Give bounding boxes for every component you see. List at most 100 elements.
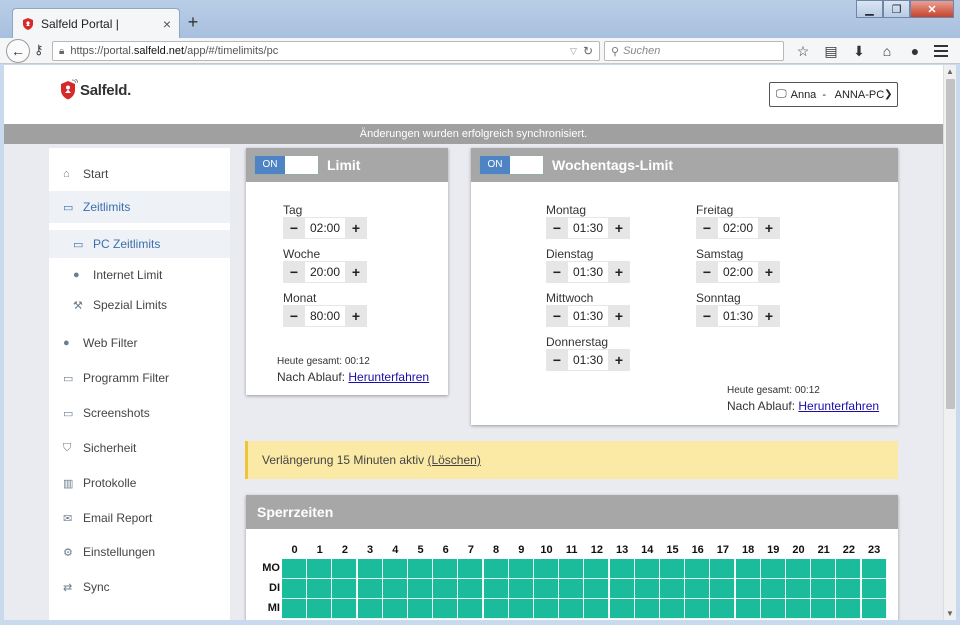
lock-grid-cell[interactable]: [760, 579, 786, 599]
lock-grid-cell[interactable]: [382, 559, 408, 579]
lock-grid-cell[interactable]: [408, 599, 433, 619]
home-icon[interactable]: ⌂: [876, 41, 898, 61]
lock-grid-cell[interactable]: [786, 599, 811, 619]
lock-grid-cell[interactable]: [660, 559, 685, 579]
minus-button[interactable]: −: [283, 217, 305, 239]
stepper-value[interactable]: 02:00: [718, 261, 758, 283]
lock-grid-cell[interactable]: [534, 559, 559, 579]
window-close-icon[interactable]: ✕: [910, 0, 954, 18]
tab-close-icon[interactable]: ×: [163, 16, 171, 32]
minus-button[interactable]: −: [546, 305, 568, 327]
sidebar-item-sicherheit[interactable]: ⛉ Sicherheit: [49, 432, 230, 464]
scrollbar-thumb[interactable]: [946, 79, 955, 409]
lock-grid-cell[interactable]: [685, 579, 711, 599]
restore-icon[interactable]: ❐: [883, 0, 910, 18]
stepper-value[interactable]: 80:00: [305, 305, 345, 327]
sidebar-item-sync[interactable]: ⇄ Sync: [49, 571, 230, 603]
lock-grid-cell[interactable]: [836, 579, 862, 599]
plus-button[interactable]: +: [608, 305, 630, 327]
stepper-value[interactable]: 02:00: [718, 217, 758, 239]
minus-button[interactable]: −: [696, 305, 718, 327]
lock-grid-cell[interactable]: [382, 599, 408, 619]
plus-button[interactable]: +: [758, 261, 780, 283]
lock-grid-cell[interactable]: [307, 599, 333, 619]
lock-grid-cell[interactable]: [584, 579, 610, 599]
lock-grid-cell[interactable]: [760, 559, 786, 579]
stepper-value[interactable]: 02:00: [305, 217, 345, 239]
lock-grid-cell[interactable]: [710, 579, 736, 599]
sidebar-item-internet-limit[interactable]: ● Internet Limit: [49, 261, 230, 289]
lock-grid-cell[interactable]: [660, 579, 685, 599]
sidebar-item-screenshots[interactable]: ▭ Screenshots: [49, 397, 230, 429]
lock-grid-cell[interactable]: [408, 559, 433, 579]
lock-grid-cell[interactable]: [332, 579, 358, 599]
plus-button[interactable]: +: [345, 261, 367, 283]
sidebar-item-pc-zeitlimits[interactable]: ▭ PC Zeitlimits: [49, 230, 230, 258]
sidebar-item-einstellungen[interactable]: ⚙ Einstellungen: [49, 536, 230, 568]
after-expiry-action-link[interactable]: Herunterfahren: [348, 370, 429, 384]
lock-grid-cell[interactable]: [584, 599, 610, 619]
lock-grid-cell[interactable]: [307, 559, 333, 579]
plus-button[interactable]: +: [608, 261, 630, 283]
lock-grid-cell[interactable]: [357, 579, 383, 599]
lock-grid-cell[interactable]: [836, 559, 862, 579]
extension-delete-link[interactable]: (Löschen): [427, 453, 480, 467]
lock-grid-cell[interactable]: [811, 599, 837, 619]
minimize-icon[interactable]: ▁: [856, 0, 883, 18]
minus-button[interactable]: −: [696, 261, 718, 283]
lock-grid-cell[interactable]: [458, 579, 484, 599]
plus-button[interactable]: +: [345, 217, 367, 239]
sidebar-item-email-report[interactable]: ✉ Email Report: [49, 502, 230, 534]
lock-grid-cell[interactable]: [609, 579, 635, 599]
search-input[interactable]: ⚲ Suchen: [604, 41, 784, 61]
lock-grid-cell[interactable]: [282, 559, 307, 579]
sidebar-item-protokolle[interactable]: ▥ Protokolle: [49, 467, 230, 499]
lock-grid-cell[interactable]: [433, 599, 459, 619]
lock-grid-cell[interactable]: [508, 559, 534, 579]
sidebar-item-spezial-limits[interactable]: ⚒ Spezial Limits: [49, 291, 230, 319]
sidebar-item-web-filter[interactable]: ● Web Filter: [49, 327, 230, 359]
lock-grid-cell[interactable]: [760, 599, 786, 619]
lock-grid-cell[interactable]: [861, 559, 887, 579]
tab-salfeld-portal[interactable]: Salfeld Portal | ×: [12, 8, 180, 38]
url-bar[interactable]: 🔒︎ https://portal.salfeld.net/app/#/time…: [52, 41, 600, 61]
lock-grid-cell[interactable]: [559, 599, 585, 619]
plus-button[interactable]: +: [608, 217, 630, 239]
hamburger-menu-icon[interactable]: [930, 41, 952, 61]
lock-grid-cell[interactable]: [685, 559, 711, 579]
back-arrow-icon[interactable]: ←: [6, 39, 30, 63]
lock-grid-cell[interactable]: [483, 599, 509, 619]
lock-grid-cell[interactable]: [408, 579, 433, 599]
plus-button[interactable]: +: [758, 305, 780, 327]
lock-grid-cell[interactable]: [735, 599, 761, 619]
minus-button[interactable]: −: [283, 305, 305, 327]
chat-icon[interactable]: ●: [904, 41, 926, 61]
device-select[interactable]: 🖵︎ Anna - ANNA-PC ❯: [769, 82, 898, 107]
stepper-value[interactable]: 01:30: [568, 349, 608, 371]
limit-toggle[interactable]: ON: [254, 155, 319, 175]
lock-grid-cell[interactable]: [710, 599, 736, 619]
download-icon[interactable]: ⬇: [848, 41, 870, 61]
lock-grid-cell[interactable]: [559, 559, 585, 579]
minus-button[interactable]: −: [546, 349, 568, 371]
lock-grid-cell[interactable]: [357, 599, 383, 619]
plus-button[interactable]: +: [608, 349, 630, 371]
reload-icon[interactable]: ↻: [583, 44, 593, 58]
lock-grid-cell[interactable]: [811, 579, 837, 599]
lock-grid-cell[interactable]: [458, 599, 484, 619]
minus-button[interactable]: −: [283, 261, 305, 283]
scroll-down-icon[interactable]: ▼: [946, 609, 954, 618]
lock-grid-cell[interactable]: [634, 599, 660, 619]
lock-grid-cell[interactable]: [282, 579, 307, 599]
clipboard-icon[interactable]: ▤: [820, 41, 842, 61]
lock-grid-cell[interactable]: [433, 559, 459, 579]
lock-grid-cell[interactable]: [332, 559, 358, 579]
stepper-value[interactable]: 01:30: [568, 261, 608, 283]
weekday-toggle[interactable]: ON: [479, 155, 544, 175]
minus-button[interactable]: −: [546, 261, 568, 283]
minus-button[interactable]: −: [546, 217, 568, 239]
lock-grid-cell[interactable]: [735, 559, 761, 579]
lock-grid-cell[interactable]: [710, 559, 736, 579]
lock-grid-cell[interactable]: [433, 579, 459, 599]
lock-grid-cell[interactable]: [307, 579, 333, 599]
